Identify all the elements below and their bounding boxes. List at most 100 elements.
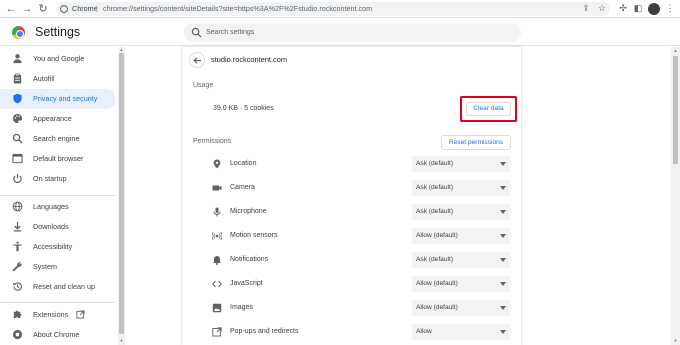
power-icon (13, 173, 22, 184)
extensions-puzzle-icon[interactable]: ✣ (617, 2, 629, 14)
permission-label: Pop-ups and redirects (230, 328, 299, 335)
scroll-up-arrow-icon[interactable]: ▲ (673, 49, 678, 53)
sidebar-item-on-startup[interactable]: On startup (0, 169, 116, 189)
accessibility-icon (13, 241, 22, 252)
chevron-down-icon (500, 330, 506, 334)
search-box[interactable] (184, 23, 521, 42)
sidebar-item-reset-and-clean-up[interactable]: Reset and clean up (0, 277, 116, 297)
address-bar[interactable]: Chrome | chrome://settings/content/siteD… (56, 2, 610, 16)
profile-avatar[interactable] (648, 3, 660, 15)
microphone-select[interactable]: Ask (default) (412, 204, 511, 220)
sidebar-item-label: Accessibility (33, 242, 73, 251)
bookmark-star-icon[interactable]: ☆ (596, 2, 608, 14)
chevron-down-icon (500, 186, 506, 190)
sidebar-item-label: Search engine (33, 134, 80, 143)
sidebar-item-label: On startup (33, 174, 67, 183)
download-icon (13, 221, 22, 232)
sidebar-item-extensions[interactable]: Extensions (0, 305, 116, 325)
sidebar-divider (0, 302, 116, 303)
sidebar-item-appearance[interactable]: Appearance (0, 109, 116, 129)
search-icon (191, 27, 202, 38)
sidebar-item-you-and-google[interactable]: You and Google (0, 49, 116, 69)
clear-data-button[interactable]: Clear data (466, 102, 511, 116)
permission-row-notifications: Notifications Ask (default) (182, 250, 521, 270)
sidebar-item-about-chrome[interactable]: About Chrome (0, 325, 116, 345)
popups-select[interactable]: Allow (412, 324, 511, 340)
images-select[interactable]: Allow (default) (412, 300, 511, 316)
select-value: Ask (default) (416, 184, 454, 191)
usage-value: 39.0 KB · 5 cookies (213, 105, 274, 112)
permission-row-javascript: JavaScript Allow (default) (182, 274, 521, 294)
sidebar-divider (0, 195, 116, 196)
chrome-scheme-label: Chrome (72, 4, 98, 13)
highlight-box: Clear data (460, 96, 517, 122)
select-value: Allow (default) (416, 232, 458, 239)
microphone-icon (213, 207, 221, 217)
sidebar-item-label: Privacy and security (33, 94, 98, 103)
page-title: Settings (35, 25, 81, 39)
sidebar-item-label: About Chrome (33, 330, 80, 339)
scrollbar-thumb[interactable] (673, 56, 678, 164)
javascript-select[interactable]: Allow (default) (412, 276, 511, 292)
shield-icon (13, 93, 22, 104)
sidebar-item-search-engine[interactable]: Search engine (0, 129, 116, 149)
search-icon (12, 133, 23, 144)
back-arrow-icon[interactable]: ← (4, 2, 18, 16)
chevron-down-icon (500, 234, 506, 238)
site-name: studio.rockcontent.com (211, 55, 287, 64)
image-icon (212, 303, 222, 313)
sidebar-item-downloads[interactable]: Downloads (0, 217, 116, 237)
usage-heading: Usage (193, 82, 214, 89)
reload-icon[interactable]: ↻ (36, 2, 50, 16)
sidebar-item-languages[interactable]: Languages (0, 197, 116, 217)
browser-toolbar: ← → ↻ Chrome | chrome://settings/content… (0, 0, 680, 18)
permission-label: Microphone (230, 208, 267, 215)
side-panel-icon[interactable]: ◧ (632, 2, 644, 14)
sidebar-item-label: System (33, 262, 57, 271)
search-input[interactable] (206, 25, 506, 40)
back-button[interactable] (189, 52, 205, 68)
select-value: Allow (default) (416, 280, 458, 287)
reset-permissions-button[interactable]: Reset permissions (441, 135, 511, 150)
menu-kebab-icon[interactable]: ⋮ (664, 2, 676, 14)
sidebar-item-label: Autofill (33, 74, 55, 83)
select-value: Ask (default) (416, 160, 454, 167)
share-icon[interactable]: ⇪ (580, 2, 592, 14)
chevron-down-icon (500, 258, 506, 262)
permission-label: JavaScript (230, 280, 263, 287)
person-icon (13, 54, 22, 64)
sidebar-item-label: Languages (33, 202, 69, 211)
scrollbar-thumb[interactable] (119, 53, 124, 334)
forward-arrow-icon[interactable]: → (20, 2, 34, 16)
sidebar-item-system[interactable]: System (0, 257, 116, 277)
scroll-up-arrow-icon[interactable]: ▲ (119, 48, 124, 52)
sidebar-item-label: Downloads (33, 222, 69, 231)
camera-select[interactable]: Ask (default) (412, 180, 511, 196)
permission-label: Motion sensors (230, 232, 278, 239)
select-value: Ask (default) (416, 256, 454, 263)
address-separator: | (96, 4, 98, 13)
main-scrollbar[interactable]: ▲ ▼ (671, 47, 680, 345)
wrench-icon (12, 262, 22, 272)
sidebar-item-accessibility[interactable]: Accessibility (0, 237, 116, 257)
sidebar-item-privacy-and-security[interactable]: Privacy and security (0, 89, 116, 109)
select-value: Ask (default) (416, 208, 454, 215)
scroll-down-arrow-icon[interactable]: ▼ (673, 339, 678, 343)
sidebar-item-autofill[interactable]: Autofill (0, 69, 116, 89)
sidebar-item-label: Reset and clean up (33, 282, 95, 291)
sidebar-scrollbar[interactable]: ▲ ▼ (118, 47, 125, 345)
permission-label: Notifications (230, 256, 269, 263)
location-select[interactable]: Ask (default) (412, 156, 511, 172)
notifications-select[interactable]: Ask (default) (412, 252, 511, 268)
sidebar-item-label: Extensions (33, 310, 69, 319)
puzzle-icon (13, 310, 22, 319)
sidebar-item-default-browser[interactable]: Default browser (0, 149, 116, 169)
select-value: Allow (416, 328, 432, 335)
popup-icon (212, 327, 222, 337)
scroll-down-arrow-icon[interactable]: ▼ (119, 339, 124, 343)
permission-row-camera: Camera Ask (default) (182, 178, 521, 198)
site-info-icon[interactable] (60, 5, 68, 13)
clipboard-icon (13, 73, 22, 84)
url-text[interactable]: chrome://settings/content/siteDetails?si… (103, 2, 372, 16)
motion-sensors-select[interactable]: Allow (default) (412, 228, 511, 244)
